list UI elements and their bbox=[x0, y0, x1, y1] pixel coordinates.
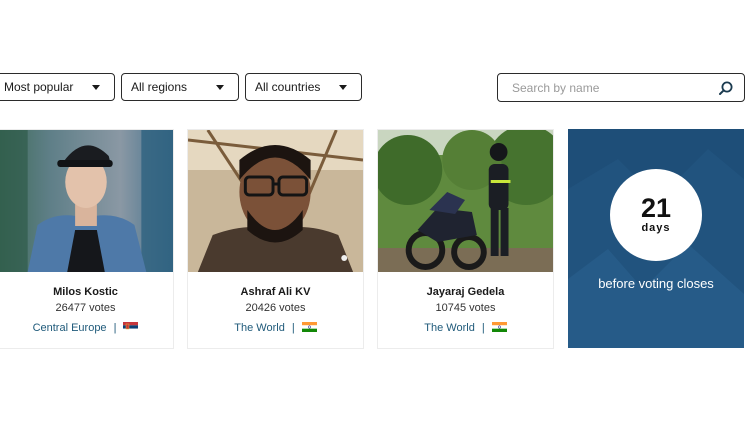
vote-count: 26477 votes bbox=[55, 302, 116, 314]
search-icon[interactable] bbox=[718, 80, 734, 96]
search-box[interactable] bbox=[497, 73, 745, 102]
chevron-down-icon bbox=[216, 84, 224, 90]
vote-count: 20426 votes bbox=[245, 302, 306, 314]
chevron-down-icon bbox=[339, 84, 347, 90]
country-select[interactable]: All countries bbox=[245, 73, 362, 101]
location-link[interactable]: The World bbox=[234, 322, 285, 334]
countdown-message: before voting closes bbox=[598, 276, 714, 291]
region-select-label: All regions bbox=[131, 80, 188, 94]
vote-count: 10745 votes bbox=[435, 302, 496, 314]
candidate-name: Jayaraj Gedela bbox=[426, 286, 505, 298]
location-separator: | bbox=[291, 322, 295, 334]
candidate-photo bbox=[378, 130, 553, 272]
india-flag-icon bbox=[491, 322, 507, 332]
voting-countdown: 21 days before voting closes bbox=[568, 129, 744, 348]
candidate-name: Milos Kostic bbox=[53, 286, 118, 298]
location-link[interactable]: Central Europe bbox=[33, 322, 107, 334]
candidate-photo bbox=[0, 130, 173, 272]
location-line: The World | bbox=[188, 322, 363, 334]
country-select-label: All countries bbox=[255, 80, 321, 94]
region-select[interactable]: All regions bbox=[121, 73, 239, 101]
location-link[interactable]: The World bbox=[424, 322, 475, 334]
countdown-unit: days bbox=[641, 222, 671, 234]
location-separator: | bbox=[113, 322, 117, 334]
candidate-card[interactable]: Jayaraj Gedela 10745 votes The World | bbox=[377, 129, 554, 349]
candidate-card[interactable]: Ashraf Ali KV 20426 votes The World | bbox=[187, 129, 364, 349]
countdown-number: 21 bbox=[640, 193, 672, 223]
chevron-down-icon bbox=[92, 84, 100, 90]
location-line: Central Europe | bbox=[0, 322, 173, 334]
location-line: The World | bbox=[378, 322, 553, 334]
candidate-card[interactable]: Milos Kostic 26477 votes Central Europe | bbox=[0, 129, 174, 349]
search-input[interactable] bbox=[510, 79, 718, 96]
location-separator: | bbox=[481, 322, 485, 334]
serbia-flag-icon bbox=[123, 322, 139, 332]
candidate-photo bbox=[188, 130, 363, 272]
candidate-name: Ashraf Ali KV bbox=[240, 286, 311, 298]
india-flag-icon bbox=[301, 322, 317, 332]
sort-select[interactable]: Most popular bbox=[0, 73, 115, 101]
sort-select-label: Most popular bbox=[4, 80, 74, 94]
